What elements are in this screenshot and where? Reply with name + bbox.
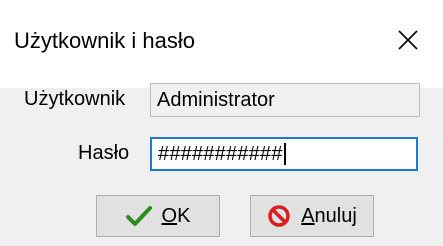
title-bar: Użytkownik i hasło <box>0 0 443 88</box>
no-entry-icon <box>267 204 291 228</box>
user-label: Użytkownik <box>24 88 126 110</box>
dialog-title: Użytkownik i hasło <box>14 28 195 53</box>
ok-button[interactable]: OK <box>96 195 220 237</box>
cancel-label: Anuluj <box>301 204 357 227</box>
close-icon[interactable] <box>390 22 426 58</box>
ok-label: OK <box>161 204 191 227</box>
user-field: Administrator <box>150 83 420 117</box>
check-icon <box>125 205 152 227</box>
password-value: ########### <box>158 142 283 165</box>
login-dialog: Użytkownik i hasło Użytkownik Administra… <box>0 0 443 246</box>
password-label: Hasło <box>78 142 130 164</box>
password-field[interactable]: ########### <box>150 137 418 171</box>
text-caret <box>283 143 286 165</box>
cancel-button[interactable]: Anuluj <box>250 195 374 237</box>
